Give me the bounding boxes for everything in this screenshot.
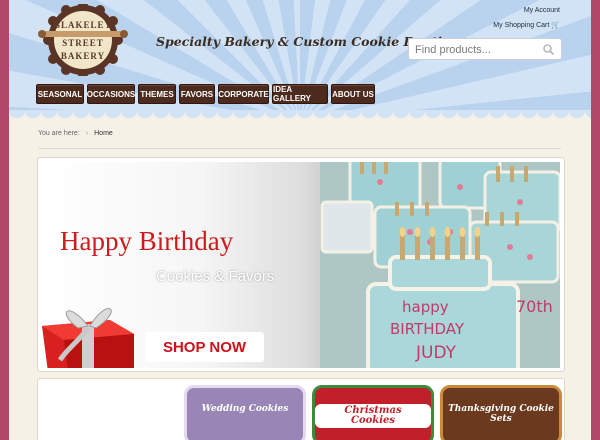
chevron-right-icon: ›	[85, 130, 89, 137]
category-thanksgiving-cookie-sets[interactable]: Thanksgiving Cookie Sets	[440, 385, 562, 440]
breadcrumb: You are here: › Home	[38, 130, 113, 137]
logo-text-line: BAKERY	[60, 51, 106, 61]
account-links: My Account My Shopping Cart 🛒	[493, 7, 560, 36]
search-input[interactable]	[415, 42, 535, 57]
category-label: Wedding Cookies	[201, 404, 289, 414]
cookie-text: BIRTHDAY	[390, 320, 465, 338]
page-frame: BLAKELEY STREET BAKERY Specialty Bakery …	[9, 0, 591, 440]
search-box[interactable]	[408, 38, 562, 60]
header-scallop-edge	[9, 110, 591, 126]
breadcrumb-home-link[interactable]: Home	[94, 130, 113, 137]
category-christmas-cookies[interactable]: Christmas Cookies	[312, 385, 434, 440]
birthday-cake-cookies-image: happy BIRTHDAY JUDY 70th	[320, 162, 560, 368]
hero-banner: happy BIRTHDAY JUDY 70th Happy Birthday …	[37, 157, 565, 372]
nav-corporate[interactable]: CORPORATE	[218, 84, 269, 104]
logo-text-line: BLAKELEY	[53, 20, 112, 30]
nav-favors[interactable]: FAVORS	[179, 84, 215, 104]
cookie-text: 70th	[516, 297, 553, 316]
site-header: BLAKELEY STREET BAKERY Specialty Bakery …	[9, 0, 591, 122]
banner-subtitle: Cookies & Favors	[156, 268, 275, 285]
category-row: Wedding Cookies Christmas Cookies Thanks…	[37, 378, 565, 440]
category-label: Thanksgiving Cookie Sets	[448, 404, 554, 424]
nav-about-us[interactable]: ABOUT US	[331, 84, 375, 104]
nav-idea-gallery[interactable]: IDEA GALLERY	[272, 84, 328, 104]
my-account-link[interactable]: My Account	[493, 7, 560, 14]
shop-now-button[interactable]: SHOP NOW	[145, 332, 264, 362]
gift-box-icon	[42, 308, 134, 368]
cart-icon: 🛒	[551, 22, 560, 29]
divider	[38, 148, 561, 149]
nav-themes[interactable]: THEMES	[138, 84, 176, 104]
cookie-text: JUDY	[415, 343, 457, 363]
hero-banner-image[interactable]: happy BIRTHDAY JUDY 70th Happy Birthday …	[42, 162, 560, 368]
shopping-cart-label: My Shopping Cart	[493, 22, 550, 29]
category-wedding-cookies[interactable]: Wedding Cookies	[184, 385, 306, 440]
bakery-logo[interactable]: BLAKELEY STREET BAKERY	[37, 4, 129, 76]
shopping-cart-link[interactable]: My Shopping Cart 🛒	[493, 21, 560, 29]
category-label: Christmas Cookies	[315, 404, 431, 428]
search-icon[interactable]	[543, 44, 554, 55]
breadcrumb-prefix: You are here:	[38, 130, 80, 137]
nav-occasions[interactable]: OCCASIONS	[87, 84, 135, 104]
nav-seasonal[interactable]: SEASONAL	[36, 84, 84, 104]
banner-title: Happy Birthday	[60, 226, 234, 256]
logo-text-line: STREET	[62, 38, 104, 48]
cookie-text: happy	[402, 298, 449, 316]
